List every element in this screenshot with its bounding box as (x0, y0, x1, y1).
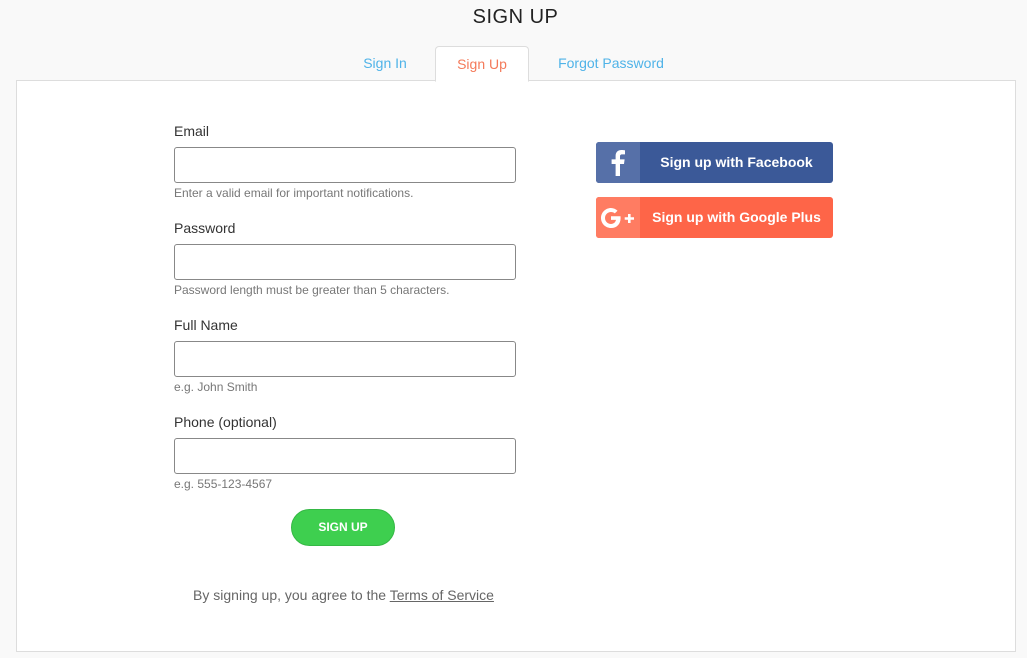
terms-prefix: By signing up, you agree to the (193, 587, 390, 603)
signup-panel: Email Enter a valid email for important … (16, 80, 1016, 652)
phone-help: e.g. 555-123-4567 (174, 477, 273, 491)
phone-input[interactable] (174, 438, 516, 474)
password-help: Password length must be greater than 5 c… (174, 283, 450, 297)
email-label: Email (174, 123, 210, 139)
password-input[interactable] (174, 244, 516, 280)
google-plus-icon (596, 197, 640, 238)
full-name-label: Full Name (174, 317, 238, 333)
facebook-signup-button[interactable]: Sign up with Facebook (596, 142, 833, 183)
page-title: SIGN UP (472, 6, 559, 28)
tab-sign-in[interactable]: Sign In (347, 46, 423, 81)
terms-of-service-link[interactable]: Terms of Service (390, 587, 494, 603)
tab-forgot-password[interactable]: Forgot Password (545, 46, 677, 81)
phone-field-group: Phone (optional) e.g. 555-123-4567 (174, 412, 516, 491)
google-plus-signup-button[interactable]: Sign up with Google Plus (596, 197, 833, 238)
facebook-signup-label: Sign up with Facebook (660, 154, 813, 170)
google-plus-signup-label: Sign up with Google Plus (652, 209, 821, 225)
password-field-group: Password Password length must be greater… (174, 218, 516, 297)
email-field-group: Email Enter a valid email for important … (174, 121, 516, 200)
tab-sign-up[interactable]: Sign Up (435, 46, 529, 82)
sign-up-button[interactable]: SIGN UP (291, 509, 395, 546)
full-name-field-group: Full Name e.g. John Smith (174, 315, 516, 394)
full-name-help: e.g. John Smith (174, 380, 258, 394)
auth-tabs: Sign In Sign Up Forgot Password (0, 46, 1027, 82)
full-name-input[interactable] (174, 341, 516, 377)
terms-notice: By signing up, you agree to the Terms of… (17, 587, 670, 603)
email-help: Enter a valid email for important notifi… (174, 186, 414, 200)
email-input[interactable] (174, 147, 516, 183)
password-label: Password (174, 220, 236, 236)
phone-label: Phone (optional) (174, 414, 277, 430)
facebook-icon (596, 142, 640, 183)
